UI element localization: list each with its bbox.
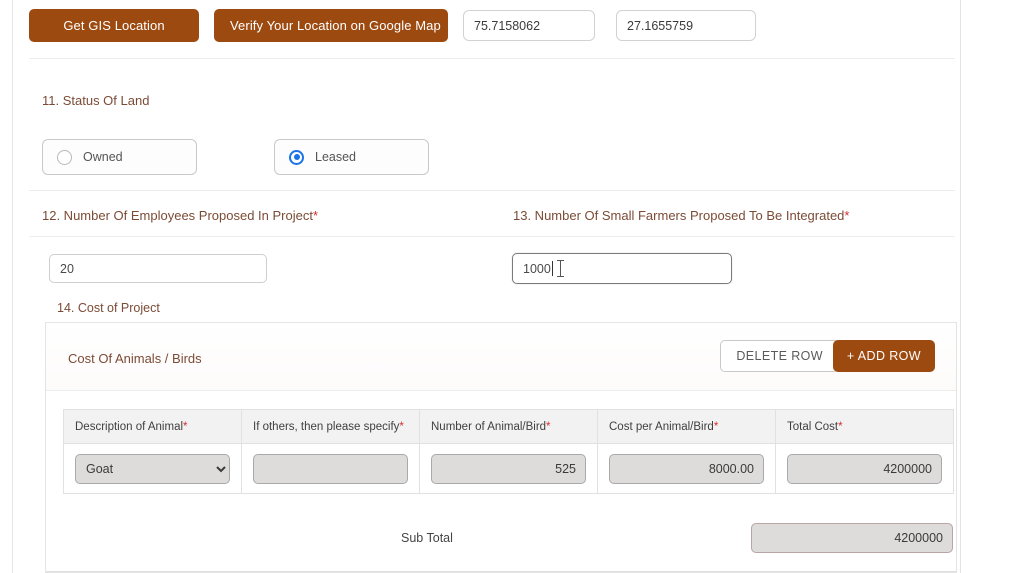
subtotal-label: Sub Total <box>401 531 453 545</box>
status-of-land-heading: 11. Status Of Land <box>42 93 150 108</box>
cost-table-area: Description of Animal* If others, then p… <box>63 409 954 494</box>
column-header-cost-per-asterisk: * <box>713 420 719 433</box>
verify-location-google-map-button[interactable]: Verify Your Location on Google Map <box>214 9 448 42</box>
radio-option-owned[interactable]: Owned <box>42 139 197 175</box>
small-farmers-count-input[interactable]: 1000 <box>512 253 732 284</box>
cost-of-project-panel: Cost Of Animals / Birds DELETE ROW + ADD… <box>45 322 957 573</box>
radio-owned-label: Owned <box>83 150 123 164</box>
subtotal-row: Sub Total <box>63 515 953 561</box>
radio-option-leased[interactable]: Leased <box>274 139 429 175</box>
cost-panel-title: Cost Of Animals / Birds <box>68 351 202 366</box>
divider-after-status <box>29 190 955 191</box>
column-header-number-text: Number of Animal/Bird <box>431 420 547 433</box>
employees-required-asterisk: * <box>312 208 319 223</box>
form-content: Get GIS Location Verify Your Location on… <box>13 0 960 573</box>
cell-number <box>419 443 598 494</box>
employees-count-input[interactable] <box>49 254 267 283</box>
column-header-description-asterisk: * <box>183 420 188 433</box>
gis-location-row: Get GIS Location Verify Your Location on… <box>29 9 756 42</box>
table-row: Goat <box>63 443 954 494</box>
cost-per-animal-input[interactable] <box>609 453 764 484</box>
radio-leased-icon[interactable] <box>289 149 304 165</box>
column-header-description: Description of Animal* <box>63 409 242 444</box>
cost-panel-header: Cost Of Animals / Birds DELETE ROW + ADD… <box>46 323 956 391</box>
longitude-input[interactable] <box>616 10 756 41</box>
cell-specify <box>241 443 420 494</box>
small-farmers-count-value: 1000 <box>523 261 551 276</box>
column-header-specify-asterisk: * <box>399 420 404 433</box>
subtotal-input[interactable] <box>751 523 953 553</box>
cost-of-project-heading: 14. Cost of Project <box>57 301 160 315</box>
text-caret <box>551 261 553 276</box>
get-gis-location-button[interactable]: Get GIS Location <box>29 9 199 42</box>
divider-after-gis <box>29 58 955 59</box>
add-row-button[interactable]: + ADD ROW <box>832 340 935 372</box>
small-farmers-required-asterisk: * <box>844 208 850 223</box>
column-header-cost-per-text: Cost per Animal/Bird <box>609 420 714 433</box>
cell-description: Goat <box>63 443 242 494</box>
column-header-total-cost-asterisk: * <box>838 420 843 433</box>
delete-row-button[interactable]: DELETE ROW <box>720 340 839 372</box>
ibeam-cursor-icon <box>557 260 564 278</box>
total-cost-input[interactable] <box>787 453 942 484</box>
column-header-description-text: Description of Animal <box>75 420 184 433</box>
divider-after-questions <box>29 236 955 237</box>
specify-other-input[interactable] <box>253 453 408 484</box>
cell-cost-per <box>597 443 776 494</box>
column-header-cost-per: Cost per Animal/Bird* <box>597 409 776 444</box>
small-farmers-heading-text: 13. Number Of Small Farmers Proposed To … <box>513 208 845 223</box>
cell-total-cost <box>775 443 954 494</box>
form-page: Get GIS Location Verify Your Location on… <box>0 0 1012 573</box>
employees-heading-text: 12. Number Of Employees Proposed In Proj… <box>42 208 313 223</box>
page-frame-right-border <box>960 0 961 573</box>
panel-bottom-edge <box>46 571 956 572</box>
column-header-total-cost: Total Cost* <box>775 409 954 444</box>
column-header-number-asterisk: * <box>546 420 551 433</box>
table-header-row: Description of Animal* If others, then p… <box>63 409 954 444</box>
number-of-animal-input[interactable] <box>431 453 586 484</box>
animal-description-select[interactable]: Goat <box>75 453 230 484</box>
employees-heading: 12. Number Of Employees Proposed In Proj… <box>42 208 318 223</box>
column-header-total-cost-text: Total Cost <box>787 420 839 433</box>
column-header-number: Number of Animal/Bird* <box>419 409 598 444</box>
column-header-specify-text: If others, then please specify <box>253 420 400 433</box>
column-header-specify: If others, then please specify* <box>241 409 420 444</box>
small-farmers-heading: 13. Number Of Small Farmers Proposed To … <box>513 208 849 223</box>
radio-owned-icon[interactable] <box>57 149 72 165</box>
cost-of-animals-table: Description of Animal* If others, then p… <box>63 409 954 494</box>
radio-leased-label: Leased <box>315 150 357 164</box>
latitude-input[interactable] <box>463 10 595 41</box>
